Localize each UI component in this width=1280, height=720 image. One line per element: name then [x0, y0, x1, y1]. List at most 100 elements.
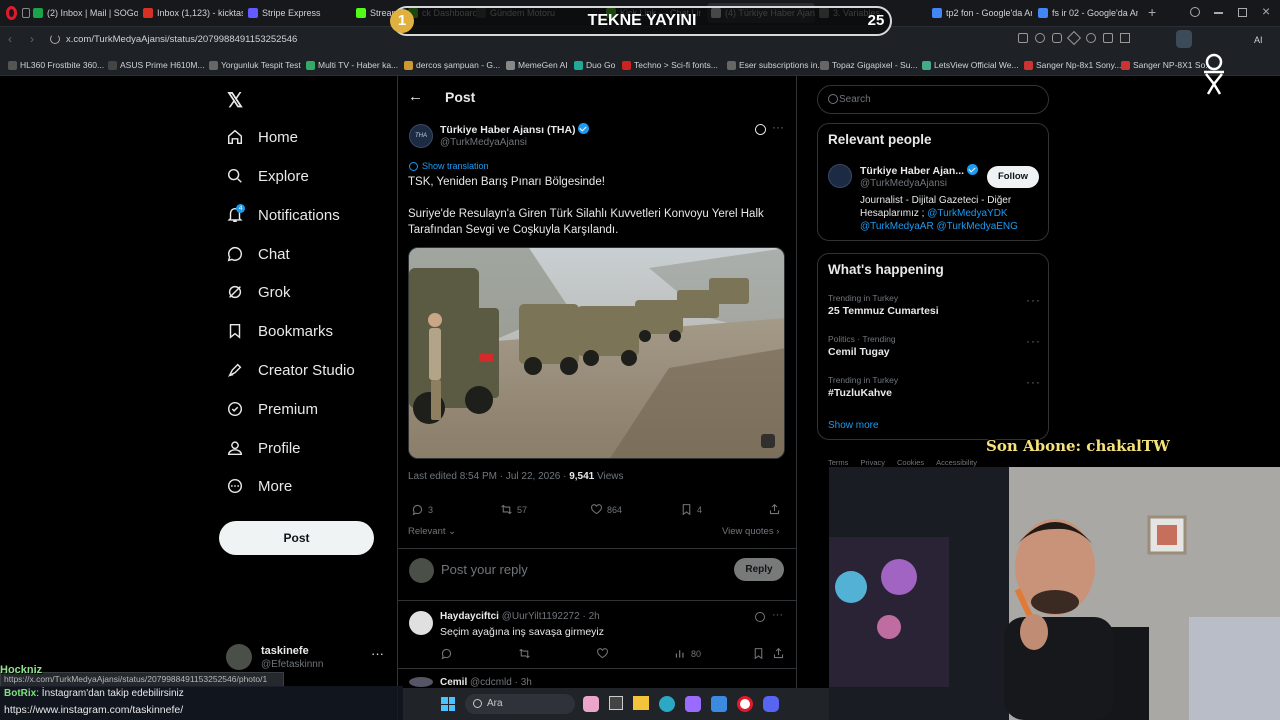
- reply-author[interactable]: Haydayciftci @UurYilt1192272 · 2h: [440, 611, 600, 622]
- bookmark-item[interactable]: Eser subscriptions in...: [727, 58, 825, 72]
- bookmark-item[interactable]: MemeGen AI: [506, 58, 568, 72]
- show-more-link[interactable]: Show more: [828, 420, 879, 431]
- nav-item-explore[interactable]: Explore: [226, 161, 309, 191]
- footer-link[interactable]: Cookies: [897, 458, 924, 467]
- search-icon: [828, 94, 838, 104]
- trend-item[interactable]: Politics · Trending Cemil Tugay ···: [828, 334, 1041, 358]
- nav-item-grok[interactable]: Grok: [226, 277, 291, 307]
- bookmark-favicon-icon: [574, 60, 583, 70]
- bookmark-item[interactable]: Multi TV - Haber ka...: [306, 58, 398, 72]
- reply2-author[interactable]: Cemil @cdcmld · 3h: [440, 677, 532, 688]
- minimize-icon[interactable]: [1214, 12, 1223, 14]
- author-avatar[interactable]: THA: [409, 124, 433, 148]
- discord-icon: [763, 696, 779, 712]
- reload-icon[interactable]: [50, 34, 60, 44]
- more-options-icon[interactable]: ···: [772, 120, 784, 134]
- reply2-author-handle: @cdcmld · 3h: [470, 677, 532, 688]
- browser-tab[interactable]: tp2 fon - Google'da Ara: [932, 3, 1032, 23]
- reply-grok-icon[interactable]: [755, 612, 765, 622]
- bio-link-ar[interactable]: @TurkMedyaAR: [860, 221, 934, 232]
- trend-more-icon[interactable]: ···: [1026, 334, 1041, 348]
- start-icon[interactable]: [441, 697, 455, 711]
- back-arrow-icon[interactable]: ←: [408, 88, 423, 105]
- trend-more-icon[interactable]: ···: [1026, 293, 1041, 307]
- relevant-person-handle[interactable]: @TurkMedyaAjansi: [860, 178, 947, 189]
- close-window-icon[interactable]: ×: [1262, 3, 1270, 19]
- show-translation-link[interactable]: Show translation: [409, 161, 489, 171]
- bio-link-eng[interactable]: @TurkMedyaENG: [936, 221, 1017, 232]
- author-handle[interactable]: @TurkMedyaAjansi: [440, 137, 527, 148]
- reply-more-icon[interactable]: ···: [772, 609, 783, 621]
- bookmark-item[interactable]: ASUS Prime H610M...: [108, 58, 205, 72]
- bookmark-item[interactable]: Topaz Gigapixel - Su...: [820, 58, 918, 72]
- sidebar-toggle-icon[interactable]: [22, 8, 30, 18]
- bookmark-item[interactable]: Sanger Np-8x1 Sony...: [1024, 58, 1121, 72]
- ai-button[interactable]: AI: [1254, 35, 1263, 45]
- x-logo-icon[interactable]: 𝕏: [227, 88, 243, 113]
- trend-item[interactable]: Trending in Turkey 25 Temmuz Cumartesi ···: [828, 293, 1041, 317]
- forward-icon[interactable]: ›: [30, 32, 34, 46]
- reply-bookmark-button[interactable]: [752, 647, 765, 660]
- account-switcher[interactable]: taskinefe @Efetaskinnn ···: [224, 642, 386, 672]
- restore-icon[interactable]: [1238, 8, 1247, 17]
- bookmark-item[interactable]: Yorgunluk Tespit Test: [209, 58, 301, 72]
- nav-item-bookmarks[interactable]: Bookmarks: [226, 316, 333, 346]
- taskbar-search[interactable]: Ara: [465, 694, 575, 714]
- reply-share-button[interactable]: [772, 647, 785, 660]
- repost-button[interactable]: 57: [500, 503, 527, 516]
- reply-repost-button[interactable]: [518, 647, 531, 660]
- profile-icon[interactable]: [1176, 30, 1192, 48]
- nav-item-more[interactable]: More: [226, 471, 292, 501]
- reply-reply-button[interactable]: [440, 647, 453, 660]
- bookmark-button[interactable]: 4: [680, 503, 702, 516]
- share-button[interactable]: [768, 503, 781, 516]
- view-quotes-link[interactable]: View quotes ›: [722, 526, 779, 537]
- reply2-avatar[interactable]: [409, 677, 433, 687]
- search-input[interactable]: Search: [839, 94, 871, 105]
- nav-item-premium[interactable]: Premium: [226, 394, 318, 424]
- footer-link[interactable]: Accessibility: [936, 458, 977, 467]
- relevant-person-name[interactable]: Türkiye Haber Ajan...: [860, 164, 978, 177]
- author-name[interactable]: Türkiye Haber Ajansı (THA): [440, 123, 590, 136]
- back-icon[interactable]: ‹: [8, 32, 12, 46]
- relevant-person-avatar[interactable]: [828, 164, 852, 188]
- browser-tab[interactable]: (2) Inbox | Mail | SOGo G: [33, 3, 138, 23]
- search-box[interactable]: Search: [817, 85, 1049, 114]
- like-button[interactable]: 864: [590, 503, 622, 516]
- post-button[interactable]: Post: [219, 521, 374, 555]
- new-tab-icon[interactable]: +: [1148, 4, 1156, 20]
- nav-item-creator-studio[interactable]: Creator Studio: [226, 355, 355, 385]
- trend-more-icon[interactable]: ···: [1026, 375, 1041, 389]
- reply-views[interactable]: 80: [674, 647, 701, 660]
- nav-item-profile[interactable]: Profile: [226, 433, 301, 463]
- overlay-title: TEKNE YAYINI: [587, 12, 697, 29]
- bookmark-item[interactable]: Techno > Sci-fi fonts...: [622, 58, 718, 72]
- post-image[interactable]: [408, 247, 785, 459]
- bookmark-item[interactable]: dercos şampuan - G...: [404, 58, 500, 72]
- extension-icons[interactable]: [1018, 30, 1178, 46]
- footer-link[interactable]: Privacy: [860, 458, 885, 467]
- bookmark-item[interactable]: Duo Go: [574, 58, 615, 72]
- browser-tab[interactable]: Stripe Express: [248, 3, 353, 23]
- browser-tab[interactable]: fs ir 02 - Google'da Ara: [1038, 3, 1138, 23]
- bookmark-item[interactable]: HL360 Frostbite 360...: [8, 58, 104, 72]
- reply-button[interactable]: 3: [411, 503, 433, 516]
- opera-logo-icon[interactable]: [6, 6, 17, 20]
- bookmark-item[interactable]: LetsView Official We...: [922, 58, 1019, 72]
- bookmark-item[interactable]: Sanger NP-8X1 So...: [1121, 58, 1212, 72]
- nav-item-home[interactable]: Home: [226, 122, 298, 152]
- reply-avatar[interactable]: [409, 611, 433, 635]
- account-menu-icon[interactable]: ···: [371, 646, 384, 661]
- search-tabs-icon[interactable]: [1190, 7, 1200, 17]
- bio-link-ydk[interactable]: @TurkMedyaYDK: [927, 208, 1007, 219]
- reply-like-button[interactable]: [596, 647, 609, 660]
- follow-button[interactable]: Follow: [987, 166, 1039, 188]
- browser-tab[interactable]: Inbox (1,123) - kicktaski: [143, 3, 243, 23]
- trend-item[interactable]: Trending in Turkey #TuzluKahve ···: [828, 375, 1041, 399]
- reply-button-submit[interactable]: Reply: [734, 558, 784, 581]
- reply-input[interactable]: Post your reply: [441, 562, 711, 577]
- taskbar-apps[interactable]: [583, 696, 779, 712]
- sort-dropdown[interactable]: Relevant ⌄: [408, 526, 456, 537]
- nav-item-chat[interactable]: Chat: [226, 239, 290, 269]
- footer-link[interactable]: Terms: [828, 458, 848, 467]
